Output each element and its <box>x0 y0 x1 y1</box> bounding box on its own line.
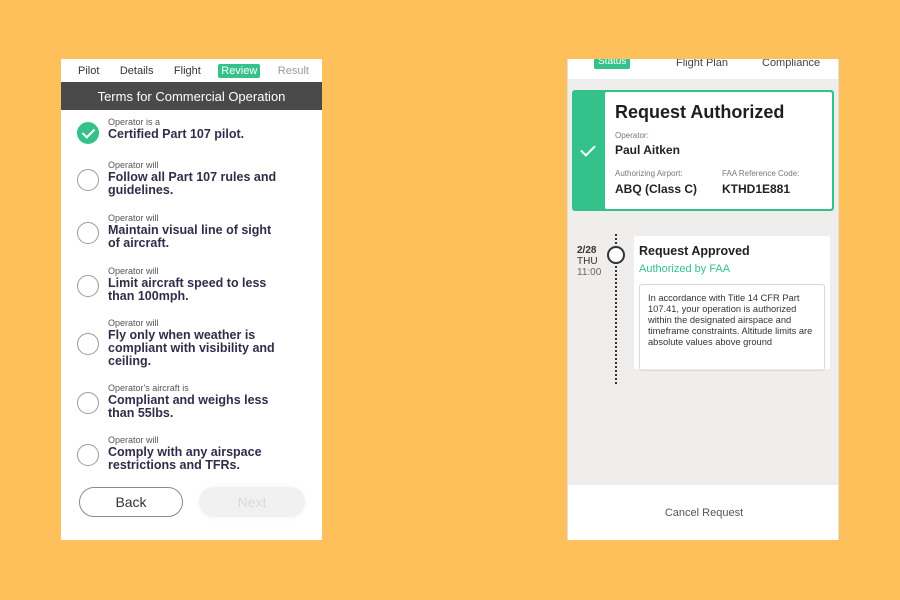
unchecked-radio-icon[interactable] <box>77 392 99 414</box>
term-item[interactable]: Operator's aircraft is Compliant and wei… <box>77 383 322 435</box>
step-details[interactable]: Details <box>117 64 157 78</box>
step-review[interactable]: Review <box>218 63 261 78</box>
timeline-date: 2/28 THU 11:00 <box>577 245 601 278</box>
checkmark-icon <box>580 141 596 157</box>
step-pilot[interactable]: Pilot <box>75 64 102 78</box>
unchecked-radio-icon[interactable] <box>77 444 99 466</box>
step-indicator: Pilot Details Flight Review Result <box>61 59 322 82</box>
approval-subtitle: Authorized by FAA <box>639 263 731 275</box>
back-button[interactable]: Back <box>79 487 183 517</box>
terms-header: Terms for Commercial Operation <box>61 82 322 110</box>
term-text: Fly only when weather is compliant with … <box>108 328 275 368</box>
unchecked-radio-icon[interactable] <box>77 275 99 297</box>
authorization-details: Request Authorized Operator: Paul Aitken… <box>605 92 832 209</box>
airport-label: Authorizing Airport: <box>615 169 683 178</box>
authorization-title: Request Authorized <box>615 102 785 122</box>
status-screen: Status Flight Plan Compliance Request Au… <box>567 59 839 540</box>
term-text: Follow all Part 107 rules and guidelines… <box>108 170 277 197</box>
term-text: Limit aircraft speed to less than 100mph… <box>108 276 267 303</box>
term-text: Maintain visual line of sight of aircraf… <box>108 223 272 250</box>
terms-screen: Pilot Details Flight Review Result Terms… <box>61 59 322 540</box>
step-result: Result <box>277 64 309 77</box>
authorization-card: Request Authorized Operator: Paul Aitken… <box>572 90 834 211</box>
timeline-time: 11:00 <box>577 267 602 278</box>
unchecked-radio-icon[interactable] <box>77 169 99 191</box>
unchecked-radio-icon[interactable] <box>77 333 99 355</box>
term-text: Compliant and weighs less than 55lbs. <box>108 393 269 420</box>
cancel-request-button[interactable]: Cancel Request <box>568 485 838 540</box>
status-tabs: Status Flight Plan Compliance <box>568 59 838 79</box>
term-item[interactable]: Operator is a Certified Part 107 pilot. <box>77 116 322 160</box>
tab-status[interactable]: Status <box>594 59 631 69</box>
timeline-dot-icon <box>607 246 625 264</box>
approval-title: Request Approved <box>639 244 750 258</box>
tab-flight-plan[interactable]: Flight Plan <box>676 59 728 69</box>
operator-label: Operator: <box>615 131 649 140</box>
nav-buttons: Back Next <box>79 487 305 517</box>
tab-compliance[interactable]: Compliance <box>762 59 820 69</box>
airport-value: ABQ (Class C) <box>615 182 698 196</box>
term-item[interactable]: Operator will Comply with any airspace r… <box>77 435 322 487</box>
approval-card: Request Approved Authorized by FAA In ac… <box>634 236 830 371</box>
checked-checkbox-icon[interactable] <box>77 122 99 144</box>
term-text: Certified Part 107 pilot. <box>108 127 245 141</box>
step-flight[interactable]: Flight <box>171 64 204 78</box>
faa-code-value: KTHD1E881 <box>722 182 791 196</box>
approval-notice: In accordance with Title 14 CFR Part 107… <box>639 284 825 371</box>
term-item[interactable]: Operator will Limit aircraft speed to le… <box>77 266 322 318</box>
timeline-weekday: THU <box>577 256 598 267</box>
term-text: Comply with any airspace restrictions an… <box>108 445 262 472</box>
faa-code-label: FAA Reference Code: <box>722 169 800 178</box>
unchecked-radio-icon[interactable] <box>77 222 99 244</box>
term-item[interactable]: Operator will Fly only when weather is c… <box>77 318 322 383</box>
operator-name: Paul Aitken <box>615 143 680 157</box>
next-button[interactable]: Next <box>199 487 305 517</box>
term-item[interactable]: Operator will Follow all Part 107 rules … <box>77 160 322 213</box>
terms-list: Operator is a Certified Part 107 pilot. … <box>61 110 322 487</box>
term-item[interactable]: Operator will Maintain visual line of si… <box>77 213 322 266</box>
timeline-day-date: 2/28 <box>577 245 597 256</box>
